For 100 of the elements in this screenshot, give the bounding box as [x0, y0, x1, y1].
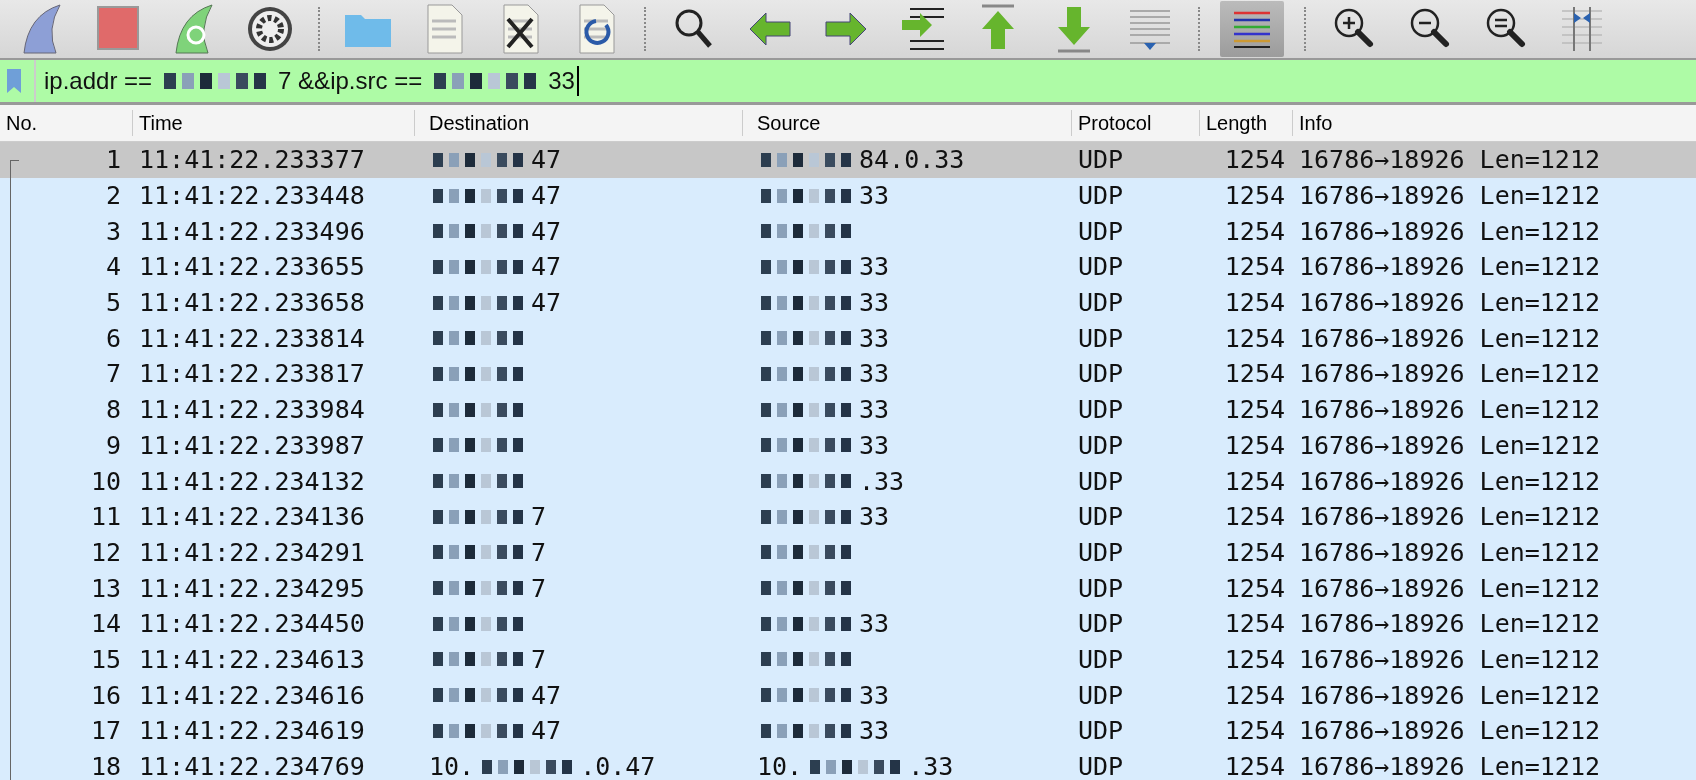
table-cell-text: UDP: [1077, 323, 1125, 353]
address-fragment: 33: [859, 680, 890, 710]
address-fragment: 84.0.33: [859, 145, 965, 175]
table-cell-text: 1254: [1223, 680, 1286, 710]
packet-row[interactable]: 3 11:41:22.233496 47 UDP 1254 16786→18926 Len=1212: [0, 213, 1696, 250]
address-fragment: .33: [859, 466, 905, 496]
table-cell-text: UDP: [1077, 288, 1125, 318]
column-header[interactable]: No.: [0, 110, 133, 136]
packet-row[interactable]: 17 11:41:22.234619 47 33 UDP 1254 16786→18926 Len=1212: [0, 713, 1696, 749]
table-cell-text: 1254: [1223, 252, 1286, 282]
table-cell-text: 15: [89, 644, 122, 674]
table-cell-text: UDP: [1077, 752, 1125, 780]
table-cell-text: 6: [104, 323, 122, 353]
packet-row[interactable]: 12 11:41:22.234291 7 UDP 1254 16786→18926 Len=1212: [0, 534, 1696, 571]
packet-row[interactable]: 6 11:41:22.233814 33 UDP 1254 16786→18926 Len=1212: [0, 320, 1696, 357]
packet-row[interactable]: 2 11:41:22.233448 47 33 UDP 1254 16786→18926 Len=1212: [0, 177, 1696, 214]
address-fragment: 10.: [429, 752, 475, 780]
table-cell-text: UDP: [1077, 680, 1125, 710]
table-cell-text: 11:41:22.234132: [138, 466, 366, 496]
table-cell-text: 16786→18926 Len=1212: [1298, 680, 1602, 710]
table-cell-text: UDP: [1077, 181, 1125, 211]
packet-row[interactable]: 13 11:41:22.234295 7 UDP 1254 16786→18926 Len=1212: [0, 570, 1696, 606]
table-cell-text: 7: [104, 359, 122, 389]
packet-row[interactable]: 9 11:41:22.233987 33 UDP 1254 16786→18926 Len=1212: [0, 427, 1696, 464]
table-cell-text: 16786→18926 Len=1212: [1298, 430, 1602, 460]
address-fragment: 7: [531, 644, 547, 674]
table-cell-text: 16786→18926 Len=1212: [1298, 323, 1602, 353]
packet-row[interactable]: 1 11:41:22.233377 47 84.0.33 UDP 1254 16786→18926 Len=1212: [0, 142, 1696, 178]
table-cell-text: 11:41:22.233817: [138, 359, 366, 389]
table-cell-text: 1254: [1223, 644, 1286, 674]
address-fragment: .33: [908, 752, 954, 780]
table-cell-text: 11:41:22.233814: [138, 323, 366, 353]
address-fragment: 7 &&ip.src ==: [278, 67, 423, 95]
address-fragment: 47: [531, 216, 562, 246]
table-cell-text: UDP: [1077, 502, 1125, 532]
address-fragment: 33: [859, 609, 890, 639]
column-header[interactable]: Protocol: [1072, 110, 1200, 136]
packet-row[interactable]: 10 11:41:22.234132 .33 UDP 1254 16786→18926 Len=1212: [0, 463, 1696, 499]
packet-row[interactable]: 4 11:41:22.233655 47 33 UDP 1254 16786→18926 Len=1212: [0, 249, 1696, 285]
column-header[interactable]: Length: [1200, 110, 1293, 136]
table-cell-text: 1254: [1223, 395, 1286, 425]
table-cell-text: 11:41:22.234291: [138, 537, 366, 567]
packet-row[interactable]: 18 11:41:22.234769 10. .0.47 10. .33 UDP 1254 16786→18926 Len=1212: [0, 748, 1696, 780]
table-cell-text: 16786→18926 Len=1212: [1298, 502, 1602, 532]
toolbar-button[interactable]: [1220, 1, 1284, 57]
address-fragment: 7: [531, 502, 547, 532]
table-cell-text: 11:41:22.233448: [138, 181, 366, 211]
table-cell-text: 11:41:22.234769: [138, 752, 366, 780]
address-fragment: 47: [531, 181, 562, 211]
address-fragment: 47: [531, 716, 562, 746]
table-cell-text: 11:41:22.234450: [138, 609, 366, 639]
table-cell-text: 16786→18926 Len=1212: [1298, 145, 1602, 175]
packet-row[interactable]: 8 11:41:22.233984 33 UDP 1254 16786→18926 Len=1212: [0, 391, 1696, 428]
table-cell-text: 16: [89, 680, 122, 710]
table-cell-text: 1254: [1223, 216, 1286, 246]
table-cell-text: 14: [89, 609, 122, 639]
address-fragment: 7: [531, 537, 547, 567]
table-cell-text: 17: [89, 716, 122, 746]
table-cell-text: 9: [104, 430, 122, 460]
address-fragment: 47: [531, 252, 562, 282]
column-header[interactable]: Source: [743, 110, 1072, 136]
column-header[interactable]: Info: [1293, 110, 1696, 136]
table-cell-text: UDP: [1077, 466, 1125, 496]
address-fragment: 47: [531, 145, 562, 175]
address-fragment: 33: [859, 181, 890, 211]
table-cell-text: 16786→18926 Len=1212: [1298, 466, 1602, 496]
table-cell-text: 1254: [1223, 752, 1286, 780]
packet-row[interactable]: 11 11:41:22.234136 7 33 UDP 1254 16786→18926 Len=1212: [0, 498, 1696, 535]
table-cell-text: 16786→18926 Len=1212: [1298, 181, 1602, 211]
table-cell-text: 11:41:22.233987: [138, 430, 366, 460]
table-cell-text: 11:41:22.233984: [138, 395, 366, 425]
table-cell-text: 3: [104, 216, 122, 246]
packet-row[interactable]: 7 11:41:22.233817 33 UDP 1254 16786→18926 Len=1212: [0, 356, 1696, 392]
address-fragment: 33: [548, 67, 575, 95]
table-cell-text: 8: [104, 395, 122, 425]
table-cell-text: 11:41:22.233377: [138, 145, 366, 175]
table-cell-text: 1254: [1223, 181, 1286, 211]
table-cell-text: 1254: [1223, 288, 1286, 318]
table-cell-text: 1254: [1223, 502, 1286, 532]
column-header[interactable]: Time: [133, 110, 415, 136]
address-fragment: 33: [859, 395, 890, 425]
table-cell-text: 1254: [1223, 537, 1286, 567]
packet-row[interactable]: 5 11:41:22.233658 47 33 UDP 1254 16786→18926 Len=1212: [0, 284, 1696, 321]
column-header[interactable]: Destination: [415, 110, 743, 136]
table-cell-text: 1254: [1223, 609, 1286, 639]
packet-row[interactable]: 16 11:41:22.234616 47 33 UDP 1254 16786→18926 Len=1212: [0, 677, 1696, 713]
address-fragment: 33: [859, 323, 890, 353]
bookmark-icon[interactable]: [6, 68, 22, 94]
table-cell-text: 11:41:22.234613: [138, 644, 366, 674]
table-cell-text: 16786→18926 Len=1212: [1298, 609, 1602, 639]
table-cell-text: 10: [89, 466, 122, 496]
table-cell-text: 16786→18926 Len=1212: [1298, 573, 1602, 603]
table-cell-text: UDP: [1077, 537, 1125, 567]
table-cell-text: 11:41:22.233658: [138, 288, 366, 318]
packet-row[interactable]: 14 11:41:22.234450 33 UDP 1254 16786→18926 Len=1212: [0, 605, 1696, 642]
table-cell-text: 2: [104, 181, 122, 211]
packet-row[interactable]: 15 11:41:22.234613 7 UDP 1254 16786→18926 Len=1212: [0, 641, 1696, 678]
table-cell-text: 16786→18926 Len=1212: [1298, 644, 1602, 674]
table-cell-text: 11:41:22.233655: [138, 252, 366, 282]
table-cell-text: 1254: [1223, 430, 1286, 460]
